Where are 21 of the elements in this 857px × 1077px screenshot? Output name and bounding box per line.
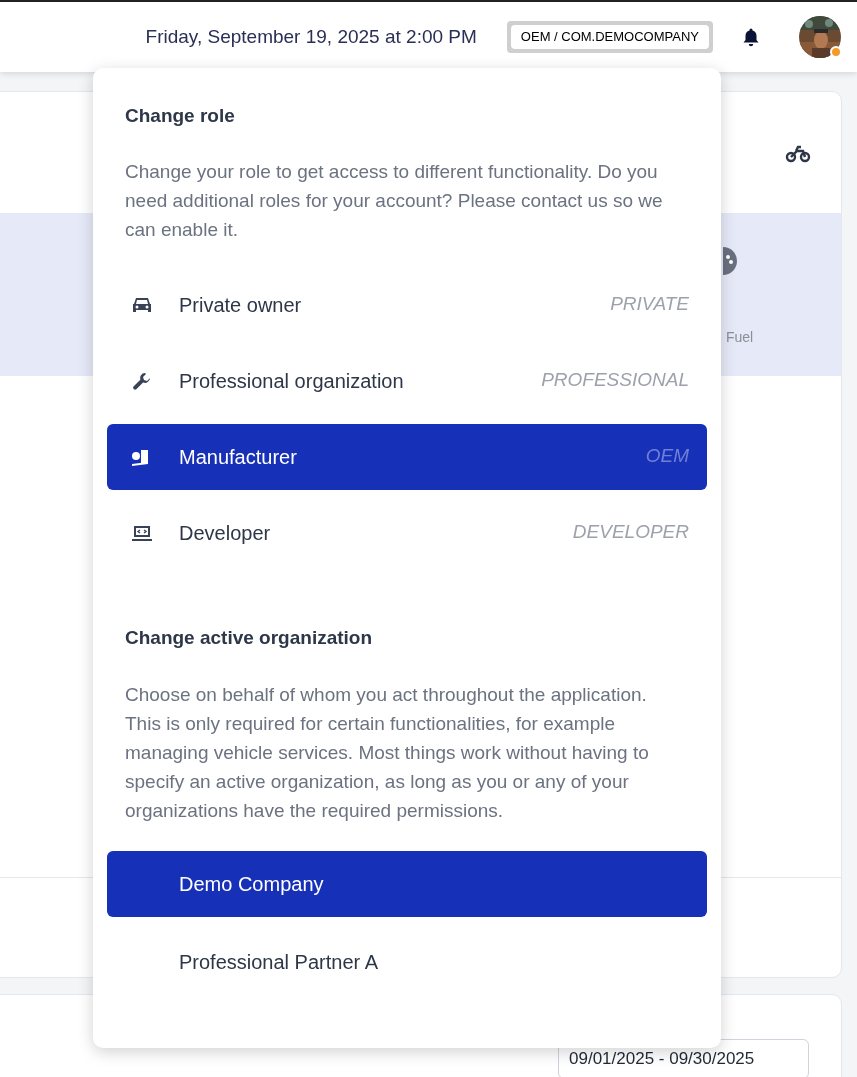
role-label: Manufacturer <box>179 444 297 470</box>
role-label: Developer <box>179 520 271 546</box>
organization-option[interactable]: Demo Company <box>107 851 707 917</box>
role-code: OEM <box>645 444 689 469</box>
role-label: Professional organization <box>179 368 404 394</box>
user-avatar[interactable] <box>799 16 841 58</box>
role-badge[interactable]: OEM / COM.DEMOCOMPANY <box>506 21 713 53</box>
role-label: Private owner <box>179 292 302 318</box>
role-code: DEVELOPER <box>572 520 689 545</box>
section-title: Change role <box>124 104 236 128</box>
role-code: PROFESSIONAL <box>541 368 689 393</box>
fuel-label: Fuel <box>726 328 754 347</box>
section-description: Choose on behalf of whom you act throughout the application. This is only required for certain functionalities, for example managing vehicle services. Most things work without having to specify an active organization, as long as you or any of your organizations have the required permissions. <box>124 683 650 823</box>
role-code: PRIVATE <box>610 292 689 317</box>
role-option[interactable]: Manufacturer OEM <box>107 423 707 490</box>
gauge-icon <box>723 247 737 275</box>
date-time: Friday, September 19, 2025 at 2:00 PM <box>145 24 477 49</box>
wrench-icon <box>131 370 153 391</box>
section-description: Change your role to get access to different functionality. Do you need additional roles for your account? Please contact us so we can enable it. <box>124 159 664 242</box>
section-title: Change active organization <box>124 625 374 650</box>
notification-bell-icon[interactable] <box>741 27 761 47</box>
